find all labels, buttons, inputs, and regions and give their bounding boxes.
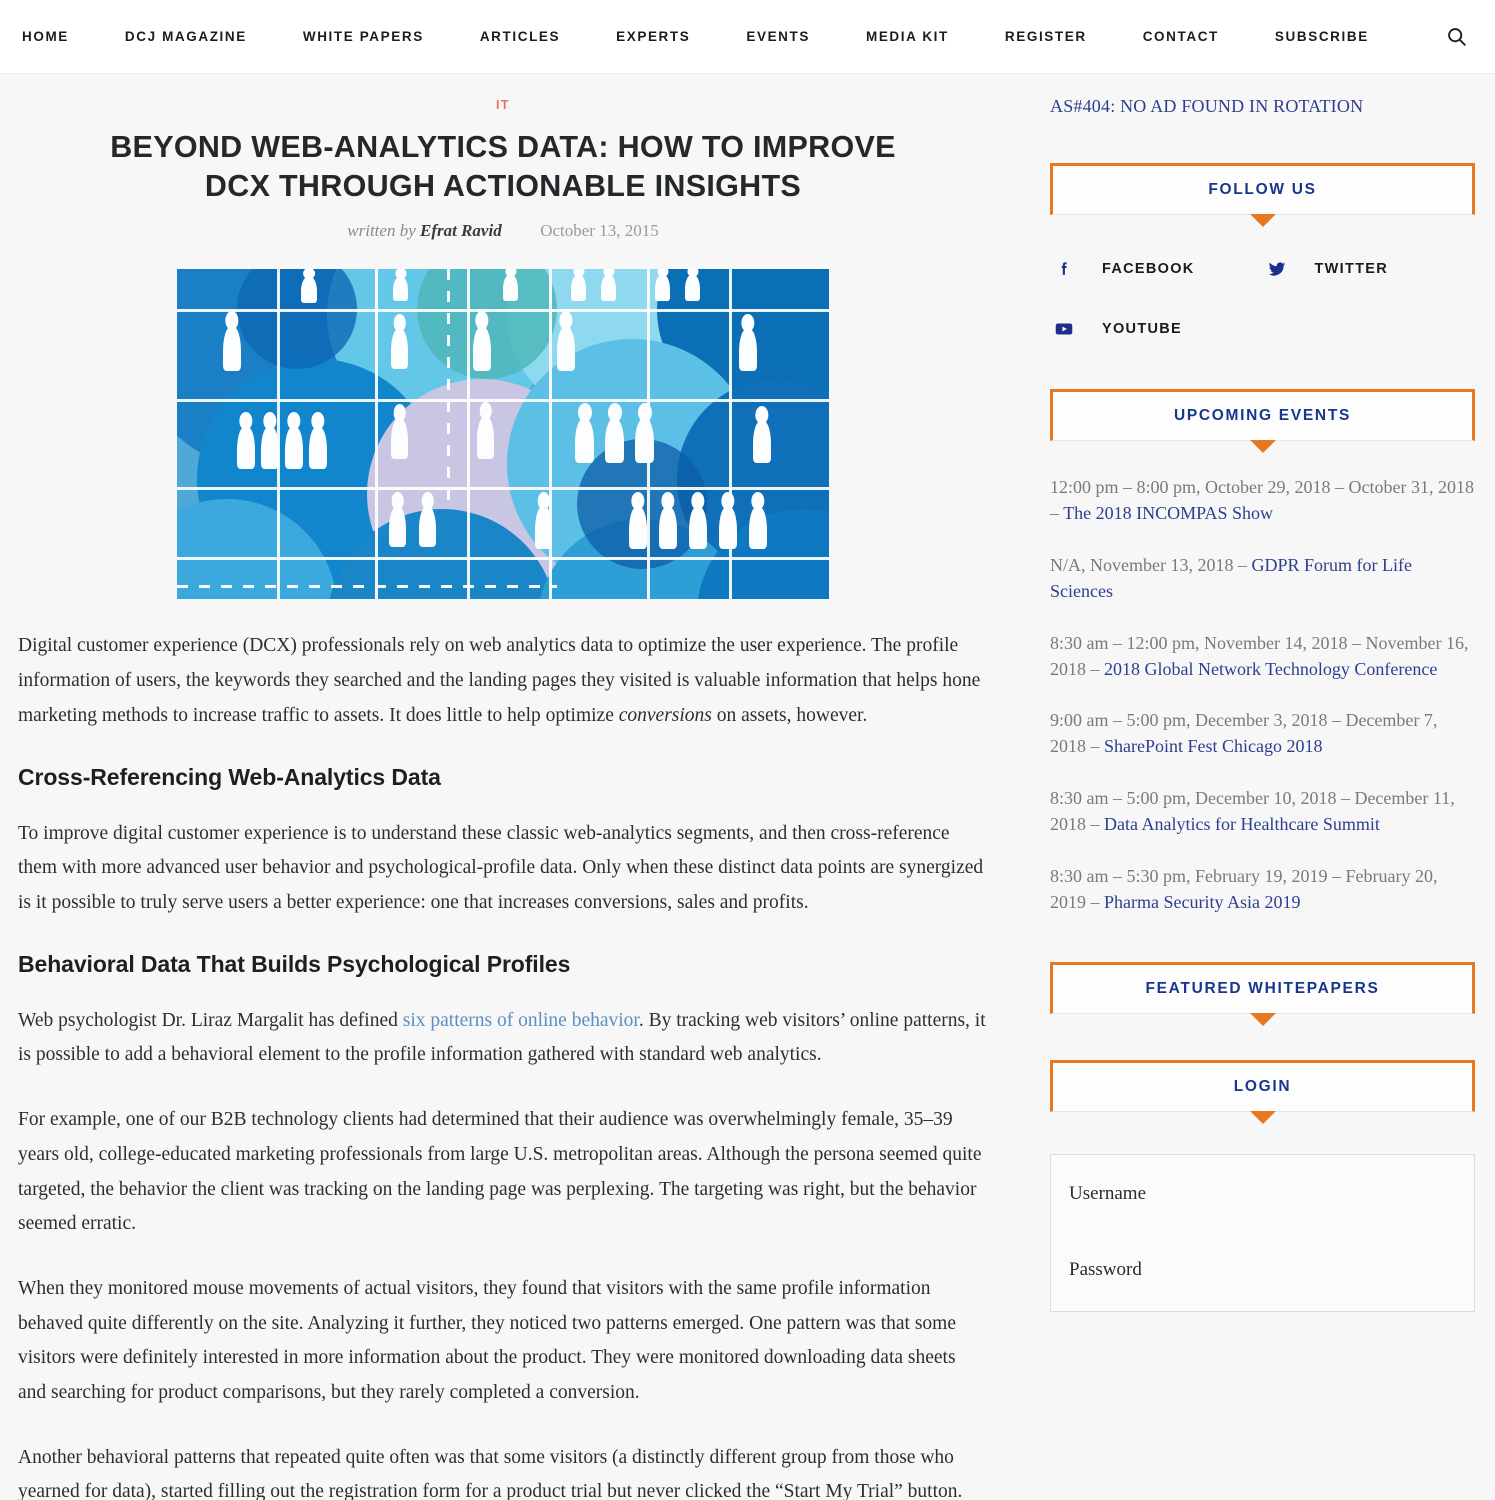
event-when: N/A, November 13, 2018 – — [1050, 554, 1252, 575]
paragraph-1-emphasis: conversions — [618, 704, 712, 726]
social-link-youtube[interactable]: YOUTUBE — [1050, 315, 1263, 343]
login-form: Username Password — [1050, 1153, 1475, 1312]
article-column: IT BEYOND WEB-ANALYTICS DATA: HOW TO IMP… — [0, 74, 1018, 1500]
username-field[interactable]: Username — [1069, 1177, 1456, 1253]
six-patterns-link[interactable]: six patterns of online behavior — [403, 1010, 639, 1031]
paragraph-3-part-a: Web psychologist Dr. Liraz Margalit has … — [18, 1009, 403, 1031]
nav-item-subscribe[interactable]: SUBSCRIBE — [1275, 29, 1369, 44]
social-links: FACEBOOK TWITTER YOUTUBE — [1050, 255, 1475, 343]
paragraph-1-part-b: on assets, however. — [711, 704, 868, 726]
widget-title-text: FEATURED WHITEPAPERS — [1145, 979, 1380, 997]
publish-date: October 13, 2015 — [540, 221, 659, 241]
password-field[interactable]: Password — [1069, 1253, 1456, 1291]
event-item: N/A, November 13, 2018 – GDPR Forum for … — [1050, 553, 1475, 605]
event-item: 9:00 am – 5:00 pm, December 3, 2018 – De… — [1050, 708, 1475, 760]
nav-item-articles[interactable]: ARTICLES — [480, 29, 560, 44]
paragraph-3: Web psychologist Dr. Liraz Margalit has … — [18, 1004, 988, 1073]
widget-upcoming-events: UPCOMING EVENTS 12:00 pm – 8:00 pm, Octo… — [1050, 389, 1475, 916]
widget-title-text: UPCOMING EVENTS — [1173, 407, 1352, 424]
event-item: 12:00 pm – 8:00 pm, October 29, 2018 – O… — [1050, 475, 1475, 527]
written-by-label: written by — [347, 221, 416, 241]
widget-title-upcoming-events: UPCOMING EVENTS — [1050, 389, 1475, 441]
widget-follow-us: FOLLOW US FACEBOOK TWITTER YOUTUBE — [1050, 163, 1475, 343]
page-title: BEYOND WEB-ANALYTICS DATA: HOW TO IMPROV… — [110, 130, 896, 203]
event-link[interactable]: 2018 Global Network Technology Conferenc… — [1104, 659, 1437, 679]
nav-item-events[interactable]: EVENTS — [746, 29, 810, 44]
paragraph-1: Digital customer experience (DCX) profes… — [18, 629, 988, 733]
section-heading-cross-referencing: Cross-Referencing Web-Analytics Data — [18, 763, 441, 790]
events-list: 12:00 pm – 8:00 pm, October 29, 2018 – O… — [1050, 475, 1475, 916]
paragraph-6: Another behavioral patterns that repeate… — [18, 1446, 963, 1500]
widget-title-follow-us: FOLLOW US — [1050, 163, 1475, 215]
site-header: HOME DCJ MAGAZINE WHITE PAPERS ARTICLES … — [0, 0, 1495, 74]
byline: written by Efrat Ravid October 13, 2015 — [18, 221, 988, 241]
sidebar: AS#404: NO AD FOUND IN ROTATION FOLLOW U… — [1018, 74, 1495, 1500]
primary-navigation: HOME DCJ MAGAZINE WHITE PAPERS ARTICLES … — [22, 29, 1439, 44]
paragraph-4: For example, one of our B2B technology c… — [18, 1109, 982, 1235]
nav-item-media-kit[interactable]: MEDIA KIT — [866, 29, 949, 44]
social-link-twitter[interactable]: TWITTER — [1263, 255, 1476, 283]
event-link[interactable]: The 2018 INCOMPAS Show — [1063, 503, 1273, 523]
page-body: IT BEYOND WEB-ANALYTICS DATA: HOW TO IMP… — [0, 74, 1495, 1500]
nav-item-white-papers[interactable]: WHITE PAPERS — [303, 29, 424, 44]
event-link[interactable]: SharePoint Fest Chicago 2018 — [1104, 736, 1323, 756]
paragraph-2: To improve digital customer experience i… — [18, 822, 984, 913]
author-name[interactable]: Efrat Ravid — [420, 221, 502, 240]
featured-image — [177, 269, 829, 600]
social-label-facebook: FACEBOOK — [1102, 261, 1195, 277]
widget-title-login: LOGIN — [1050, 1059, 1475, 1112]
widget-featured-whitepapers: FEATURED WHITEPAPERS — [1050, 961, 1475, 1014]
social-label-twitter: TWITTER — [1314, 261, 1389, 277]
event-link[interactable]: Pharma Security Asia 2019 — [1104, 892, 1300, 912]
facebook-icon — [1050, 255, 1078, 283]
widget-login: LOGIN Username Password — [1050, 1059, 1475, 1312]
article-category[interactable]: IT — [496, 98, 510, 112]
category-line: IT — [18, 96, 988, 114]
youtube-icon — [1050, 315, 1078, 343]
nav-item-contact[interactable]: CONTACT — [1143, 29, 1219, 44]
twitter-icon — [1263, 255, 1291, 283]
nav-item-home[interactable]: HOME — [22, 29, 69, 44]
widget-title-text: LOGIN — [1233, 1077, 1292, 1095]
nav-item-register[interactable]: REGISTER — [1005, 29, 1087, 44]
featured-image-canvas — [177, 269, 829, 600]
ad-rotation-notice: AS#404: NO AD FOUND IN ROTATION — [1050, 96, 1364, 116]
widget-title-text: FOLLOW US — [1208, 181, 1317, 198]
nav-item-dcj-magazine[interactable]: DCJ MAGAZINE — [125, 29, 247, 44]
paragraph-5: When they monitored mouse movements of a… — [18, 1277, 957, 1404]
social-link-facebook[interactable]: FACEBOOK — [1050, 255, 1263, 283]
section-heading-behavioral-data: Behavioral Data That Builds Psychologica… — [18, 950, 571, 977]
search-icon[interactable] — [1439, 20, 1473, 54]
event-link[interactable]: Data Analytics for Healthcare Summit — [1104, 814, 1380, 834]
widget-title-featured-whitepapers: FEATURED WHITEPAPERS — [1050, 961, 1475, 1014]
nav-item-experts[interactable]: EXPERTS — [616, 29, 690, 44]
event-item: 8:30 am – 5:30 pm, February 19, 2019 – F… — [1050, 864, 1475, 916]
social-label-youtube: YOUTUBE — [1102, 321, 1182, 337]
event-item: 8:30 am – 5:00 pm, December 10, 2018 – D… — [1050, 786, 1475, 838]
article-body: Digital customer experience (DCX) profes… — [18, 629, 988, 1500]
event-item: 8:30 am – 12:00 pm, November 14, 2018 – … — [1050, 631, 1475, 683]
